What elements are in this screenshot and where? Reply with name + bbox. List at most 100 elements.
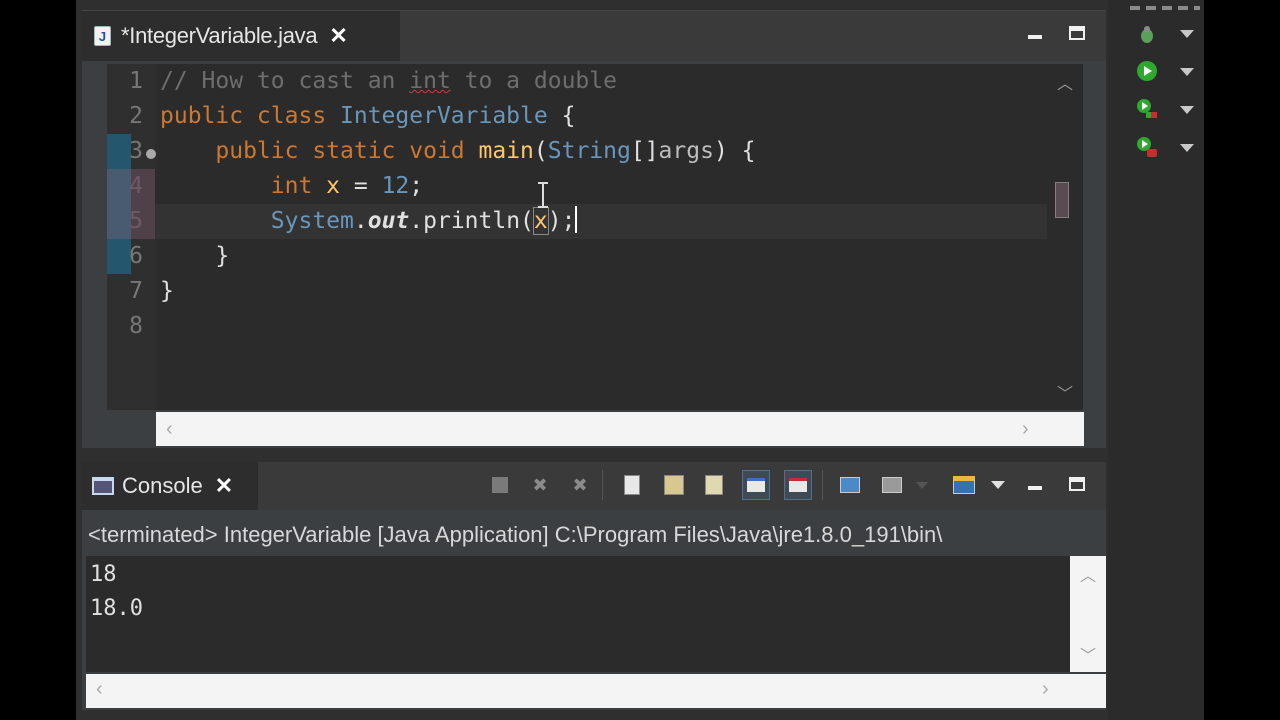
console-status-label: <terminated> IntegerVariable [Java Appli… — [88, 522, 943, 547]
editor-horizontal-scrollbar[interactable]: ‹ › — [156, 412, 1084, 446]
display-console-button[interactable] — [878, 470, 906, 500]
stdout-icon — [747, 478, 765, 492]
scroll-right-icon[interactable]: › — [1022, 418, 1029, 441]
close-icon[interactable]: ✕ — [329, 23, 347, 49]
line-number: 6 — [129, 243, 143, 269]
bug-icon — [1141, 26, 1153, 43]
console-tab-bar: Console ✕ ✖ ✖ — [82, 462, 1106, 510]
show-on-stderr-button[interactable] — [784, 470, 812, 500]
minimize-icon — [1028, 486, 1042, 490]
external-tools-icon — [1137, 137, 1157, 157]
code-line-3[interactable]: public static void main(String[]args) { — [160, 134, 755, 169]
scroll-lock-icon — [664, 475, 684, 495]
scroll-up-icon[interactable]: ︿ — [1057, 70, 1073, 94]
pin-console-button[interactable] — [836, 470, 864, 500]
console-horizontal-scrollbar[interactable]: ‹ › — [86, 674, 1106, 708]
ibeam-cursor-icon — [537, 182, 549, 208]
chevron-down-icon — [991, 481, 1005, 489]
open-console-button[interactable] — [950, 470, 978, 500]
line-number: 5 — [129, 208, 143, 234]
scroll-thumb[interactable] — [1055, 182, 1069, 218]
main-toolbar — [1108, 0, 1204, 720]
console-output-line: 18 — [90, 562, 117, 587]
console-panel: Console ✕ ✖ ✖ <terminated> IntegerVariab… — [82, 462, 1106, 710]
clear-icon — [624, 475, 640, 495]
code-line-5[interactable]: System.out.println(x); — [160, 204, 578, 239]
console-output[interactable]: 18 18.0 — [86, 556, 1070, 672]
scroll-down-icon[interactable]: ﹀ — [1080, 642, 1096, 666]
line-number: 8 — [129, 313, 143, 339]
coverage-icon — [1137, 99, 1157, 118]
line-number: 2 — [129, 103, 143, 129]
java-file-icon: J — [94, 26, 111, 46]
remove-icon: ✖ — [532, 474, 548, 495]
line-number: 4 — [129, 173, 143, 199]
code-line-4[interactable]: int x = 12; — [160, 169, 423, 204]
code-editor[interactable]: 1 2 3 4 5 6 7 8 // How to cast an int to… — [107, 64, 1047, 410]
debug-button[interactable] — [1136, 24, 1158, 46]
terminate-button[interactable] — [486, 470, 514, 500]
remove-all-terminated-button[interactable]: ✖ — [566, 470, 594, 500]
code-line-2[interactable]: public class IntegerVariable { — [160, 99, 575, 134]
line-number: 3 — [129, 138, 143, 164]
new-console-icon — [953, 476, 975, 494]
remove-launch-button[interactable]: ✖ — [526, 470, 554, 500]
console-vertical-scrollbar[interactable]: ︿ ﹀ — [1070, 556, 1106, 672]
maximize-icon — [1069, 26, 1085, 40]
word-wrap-button[interactable] — [700, 470, 728, 500]
scroll-left-icon[interactable]: ‹ — [166, 418, 173, 441]
console-icon — [92, 477, 114, 495]
scroll-right-icon[interactable]: › — [1042, 678, 1049, 701]
minimize-editor-button[interactable] — [1026, 25, 1044, 41]
editor-tab-label: *IntegerVariable.java — [121, 23, 318, 48]
pin-icon — [840, 477, 860, 493]
line-number: 1 — [129, 68, 143, 94]
eclipse-window: J *IntegerVariable.java ✕ 1 2 3 4 5 6 7 … — [76, 0, 1204, 720]
line-number-gutter: 1 2 3 4 5 6 7 8 — [107, 64, 156, 410]
code-line-7[interactable]: } — [160, 274, 174, 309]
editor-vertical-scrollbar[interactable]: ︿ ﹀ — [1047, 64, 1083, 410]
display-console-icon — [882, 477, 902, 493]
debug-dropdown[interactable] — [1180, 30, 1194, 38]
clear-console-button[interactable] — [618, 470, 646, 500]
external-tools-button[interactable] — [1136, 136, 1158, 158]
code-line-1[interactable]: // How to cast an int to a double — [160, 64, 617, 99]
scroll-down-icon[interactable]: ﹀ — [1057, 380, 1073, 404]
line-number: 7 — [129, 278, 143, 304]
chevron-down-icon — [916, 481, 928, 489]
scroll-lock-button[interactable] — [660, 470, 688, 500]
word-wrap-icon — [705, 475, 723, 495]
code-line-6[interactable]: } — [160, 239, 229, 274]
coverage-dropdown[interactable] — [1180, 106, 1194, 114]
console-tab[interactable]: Console ✕ — [82, 462, 258, 510]
text-caret — [575, 206, 578, 233]
coverage-button[interactable] — [1136, 98, 1158, 120]
toolbar-separator — [602, 470, 603, 500]
editor-tab-integervariable[interactable]: J *IntegerVariable.java ✕ — [82, 11, 400, 61]
toolbar-grip — [1130, 6, 1200, 10]
console-output-line: 18.0 — [90, 596, 143, 621]
external-tools-dropdown[interactable] — [1180, 144, 1194, 152]
editor-tab-bar: J *IntegerVariable.java ✕ — [82, 11, 1106, 61]
stop-icon — [492, 477, 508, 493]
minimize-icon — [1028, 35, 1042, 39]
minimize-console-button[interactable] — [1026, 476, 1044, 492]
stderr-icon — [789, 478, 807, 492]
close-icon[interactable]: ✕ — [215, 473, 233, 499]
maximize-console-button[interactable] — [1068, 476, 1086, 492]
editor-panel: J *IntegerVariable.java ✕ 1 2 3 4 5 6 7 … — [82, 10, 1106, 448]
remove-all-icon: ✖ — [572, 474, 588, 495]
open-console-dropdown[interactable] — [988, 470, 1008, 500]
display-console-dropdown[interactable] — [912, 470, 932, 500]
run-icon — [1137, 61, 1157, 81]
fold-collapse-icon[interactable] — [146, 149, 156, 159]
maximize-editor-button[interactable] — [1068, 25, 1086, 41]
scroll-up-icon[interactable]: ︿ — [1080, 562, 1096, 586]
show-on-stdout-button[interactable] — [742, 470, 770, 500]
run-dropdown[interactable] — [1180, 68, 1194, 76]
scroll-left-icon[interactable]: ‹ — [96, 678, 103, 701]
run-button[interactable] — [1136, 60, 1158, 82]
toolbar-separator — [822, 470, 823, 500]
maximize-icon — [1069, 477, 1085, 491]
console-tab-label: Console — [122, 473, 203, 498]
